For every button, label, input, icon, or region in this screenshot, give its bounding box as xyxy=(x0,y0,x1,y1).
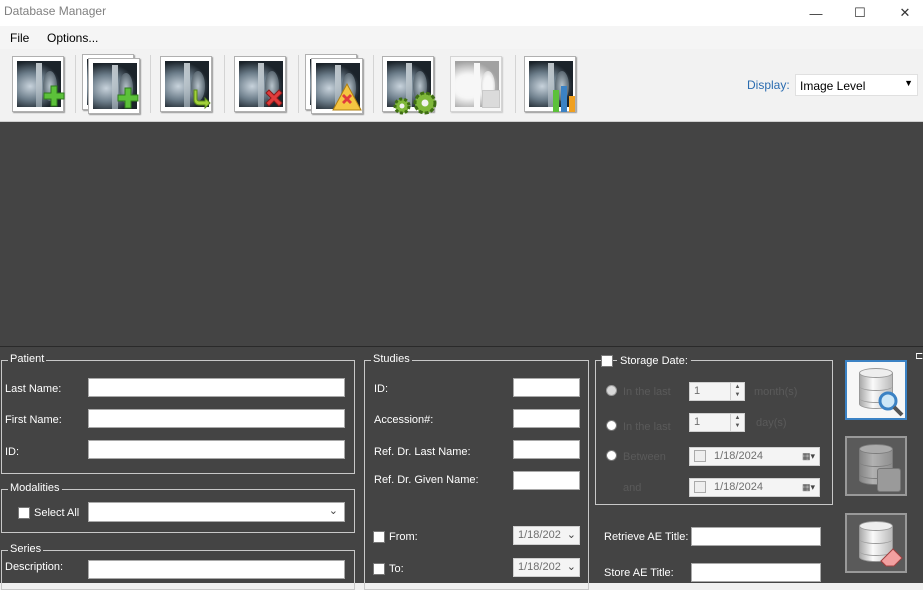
months-label: month(s) xyxy=(754,386,798,398)
minimize-icon: — xyxy=(809,5,823,21)
days-spinner[interactable]: 1 ▲ ▼ xyxy=(689,413,745,432)
and-label: and xyxy=(623,482,642,494)
between-date-picker[interactable]: 1/18/2024 ▦▾ xyxy=(689,447,820,466)
chevron-down-icon: ⌄ xyxy=(566,529,576,541)
menu-bar: File Options... xyxy=(0,26,923,49)
patient-id-label: ID: xyxy=(5,446,20,458)
first-name-label: First Name: xyxy=(5,414,62,426)
statistics-button[interactable] xyxy=(522,54,582,116)
maximize-icon: ☐ xyxy=(854,5,866,20)
from-label: From: xyxy=(389,531,418,543)
delete-image-button[interactable] xyxy=(232,54,292,116)
settings-button[interactable] xyxy=(380,54,440,116)
plus-icon xyxy=(116,86,140,110)
spinner-arrows-icon[interactable]: ▲ ▼ xyxy=(730,414,744,431)
days-label: day(s) xyxy=(756,417,787,429)
title-bar: Database Manager — ☐ ✕ xyxy=(0,0,923,26)
storage-date-label: Storage Date: xyxy=(617,355,691,367)
between-radio[interactable] xyxy=(606,450,617,461)
to-label: To: xyxy=(389,563,404,575)
import-series-button[interactable] xyxy=(82,54,142,116)
spinner-arrows-icon[interactable]: ▲ ▼ xyxy=(730,383,744,400)
accession-input[interactable] xyxy=(513,409,580,428)
patient-group-title: Patient xyxy=(8,353,47,365)
retrieve-ae-title-label: Retrieve AE Title: xyxy=(604,531,689,543)
ref-dr-given-name-label: Ref. Dr. Given Name: xyxy=(374,474,479,486)
refresh-button[interactable] xyxy=(158,54,218,116)
calendar-icon[interactable]: ▦▾ xyxy=(802,451,815,462)
and-date-picker[interactable]: 1/18/2024 ▦▾ xyxy=(689,478,820,497)
magnifier-icon xyxy=(878,391,904,417)
and-date-checkbox[interactable] xyxy=(694,481,706,493)
accession-label: Accession#: xyxy=(374,414,434,426)
menu-file[interactable]: File xyxy=(10,31,29,45)
to-date-picker[interactable]: 1/18/202 ⌄ xyxy=(513,558,580,577)
in-last-days-label: In the last xyxy=(623,421,671,433)
description-label: Description: xyxy=(5,561,64,573)
clear-database-button[interactable] xyxy=(845,513,907,573)
pin-icon[interactable]: ⊏ xyxy=(915,351,923,362)
last-name-input[interactable] xyxy=(88,378,345,397)
stop-square-icon xyxy=(877,468,901,492)
last-name-label: Last Name: xyxy=(5,383,62,395)
from-checkbox[interactable] xyxy=(373,531,385,543)
eraser-icon xyxy=(880,548,903,567)
warning-icon xyxy=(331,82,363,112)
disabled-tool-button[interactable] xyxy=(448,54,508,116)
display-label: Display: xyxy=(747,78,790,92)
between-date-checkbox[interactable] xyxy=(694,450,706,462)
search-database-button[interactable] xyxy=(845,360,907,420)
gear-icon xyxy=(392,90,440,116)
square-icon xyxy=(482,90,500,108)
window-title: Database Manager xyxy=(4,4,107,18)
import-image-button[interactable] xyxy=(10,54,70,116)
in-last-months-label: In the last xyxy=(623,386,671,398)
chevron-down-icon: ⌄ xyxy=(328,505,338,517)
from-date-picker[interactable]: 1/18/202 ⌄ xyxy=(513,526,580,545)
in-last-days-radio[interactable] xyxy=(606,420,617,431)
delete-x-icon xyxy=(262,86,286,110)
ref-dr-last-name-label: Ref. Dr. Last Name: xyxy=(374,446,471,458)
calendar-icon[interactable]: ▦▾ xyxy=(802,482,815,493)
select-all-label: Select All xyxy=(34,507,80,519)
modalities-group-title: Modalities xyxy=(8,482,62,494)
studies-group-title: Studies xyxy=(371,353,412,365)
in-last-months-radio[interactable] xyxy=(606,385,617,396)
plus-icon xyxy=(42,84,66,108)
display-value: Image Level xyxy=(800,79,866,93)
description-input[interactable] xyxy=(88,560,345,579)
study-id-input[interactable] xyxy=(513,378,580,397)
ref-dr-last-name-input[interactable] xyxy=(513,440,580,459)
retrieve-ae-title-input[interactable] xyxy=(691,527,821,546)
search-panel: ⊏ Patient Last Name: First Name: ID: Mod… xyxy=(0,347,923,590)
delete-series-warning-button[interactable] xyxy=(305,54,365,116)
refresh-arrow-icon xyxy=(188,86,212,110)
maximize-button[interactable]: ☐ xyxy=(837,0,883,26)
between-label: Between xyxy=(623,451,666,463)
stop-database-button[interactable] xyxy=(845,436,907,496)
first-name-input[interactable] xyxy=(88,409,345,428)
patient-id-input[interactable] xyxy=(88,440,345,459)
to-checkbox[interactable] xyxy=(373,563,385,575)
chevron-down-icon: ⌄ xyxy=(566,561,576,573)
months-spinner[interactable]: 1 ▲ ▼ xyxy=(689,382,745,401)
store-ae-title-label: Store AE Title: xyxy=(604,567,674,579)
dropdown-arrow-icon: ▼ xyxy=(904,78,913,88)
store-ae-title-input[interactable] xyxy=(691,563,821,582)
display-dropdown[interactable]: Image Level ▼ xyxy=(795,74,918,96)
ref-dr-given-name-input[interactable] xyxy=(513,471,580,490)
close-icon: ✕ xyxy=(899,5,911,20)
toolbar: Display: Image Level ▼ xyxy=(0,49,923,122)
image-viewer-area xyxy=(0,122,923,347)
study-id-label: ID: xyxy=(374,383,389,395)
storage-date-checkbox[interactable] xyxy=(601,355,613,367)
series-group-title: Series xyxy=(8,543,44,555)
close-button[interactable]: ✕ xyxy=(882,0,923,26)
minimize-button[interactable]: — xyxy=(793,0,839,26)
menu-options[interactable]: Options... xyxy=(47,31,98,45)
modalities-dropdown[interactable]: ⌄ xyxy=(88,502,345,522)
select-all-checkbox[interactable] xyxy=(18,507,30,519)
bar-chart-icon xyxy=(552,84,578,112)
